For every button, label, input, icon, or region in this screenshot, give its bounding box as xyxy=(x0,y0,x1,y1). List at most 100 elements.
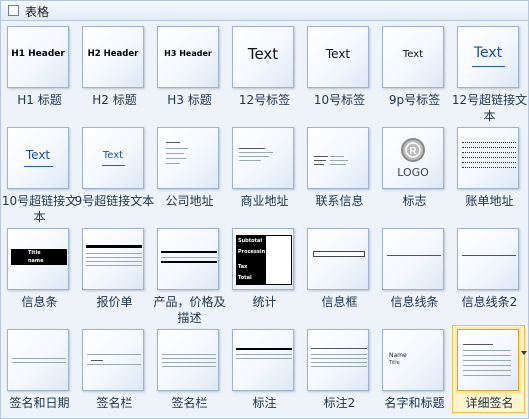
shape-h2-header[interactable]: H2 Header H2 标题 xyxy=(77,22,152,120)
shape-quote-sheet[interactable]: 报价单 xyxy=(77,224,152,322)
dotted-line xyxy=(462,167,516,168)
text-line xyxy=(162,358,216,359)
logo-text: LOGO xyxy=(397,166,429,179)
dotted-line xyxy=(462,152,516,153)
text-line xyxy=(463,355,511,356)
shape-statistics[interactable]: Subtotal Processing fees Tax Total 统计 xyxy=(227,224,302,322)
thick-line xyxy=(161,261,217,263)
shape-label: 产品，价格及描述 xyxy=(153,295,226,325)
shape-label: 签名栏 xyxy=(96,396,133,410)
info-bar-title: Title xyxy=(28,250,41,256)
shape-thumbnail: Text xyxy=(82,127,144,189)
shape-product-price-desc[interactable]: 产品，价格及描述 xyxy=(152,224,227,325)
shape-label: 12号超链接文本 xyxy=(451,93,528,123)
dotted-line xyxy=(462,157,516,158)
info-box-field xyxy=(313,251,365,257)
shape-thumbnail xyxy=(232,329,294,391)
text-line xyxy=(86,261,142,262)
shape-callout[interactable]: 标注 xyxy=(227,325,302,419)
shape-name-and-title[interactable]: Name Title 名字和标题 xyxy=(377,325,452,419)
text-line xyxy=(12,358,66,359)
text-line xyxy=(311,362,367,363)
shape-contact-info[interactable]: 联系信息 xyxy=(302,123,377,221)
shape-billing-address[interactable]: 账单地址 xyxy=(452,123,527,221)
shape-company-address[interactable]: 公司地址 xyxy=(152,123,227,221)
shape-10pt-hyperlink[interactable]: Text 10号超链接文本 xyxy=(2,123,77,224)
shape-label: H2 标题 xyxy=(92,93,137,107)
underline xyxy=(24,166,53,167)
shape-info-line-2[interactable]: 信息线条2 xyxy=(452,224,527,322)
shape-thumbnail xyxy=(157,127,219,189)
text-line xyxy=(236,354,292,355)
shape-label: 信息框 xyxy=(321,295,358,309)
shape-callout-2[interactable]: 标注2 xyxy=(302,325,377,419)
shape-info-box[interactable]: 信息框 xyxy=(302,224,377,322)
shape-label: 12号标签 xyxy=(238,93,291,107)
thick-line xyxy=(86,245,142,248)
text-line xyxy=(12,362,66,363)
thick-line xyxy=(161,251,217,253)
shape-thumbnail: Text xyxy=(232,26,294,88)
shape-label: H3 标题 xyxy=(167,93,212,107)
text-line xyxy=(463,375,511,376)
text-line xyxy=(86,265,142,266)
shape-label: 账单地址 xyxy=(465,194,514,208)
panel-header[interactable]: 表格 xyxy=(1,1,528,21)
shape-thumbnail xyxy=(82,228,144,290)
shape-thumbnail xyxy=(457,228,519,290)
shape-thumbnail: Text xyxy=(457,26,519,88)
collapse-icon[interactable] xyxy=(8,5,19,16)
shape-10pt-label[interactable]: Text 10号标签 xyxy=(302,22,377,120)
thumb-text: Text xyxy=(25,148,51,162)
text-line xyxy=(387,255,441,256)
text-line xyxy=(162,366,216,367)
shape-9pt-hyperlink[interactable]: Text 9号超链接文本 xyxy=(75,123,154,221)
thick-line xyxy=(236,348,292,350)
shape-label: 标注2 xyxy=(323,396,356,410)
text-line xyxy=(161,257,217,258)
svg-text:R: R xyxy=(409,146,417,157)
shape-thumbnail xyxy=(457,329,519,391)
text-line xyxy=(311,366,367,367)
logo-icon: R xyxy=(401,138,425,162)
shape-signature-bar[interactable]: 签名栏 xyxy=(77,325,152,419)
shape-thumbnail xyxy=(82,329,144,391)
name-text: Name xyxy=(389,352,407,359)
thumb-text: Text xyxy=(247,45,279,63)
shape-label: 信息条 xyxy=(21,295,58,309)
shape-info-line[interactable]: 信息线条 xyxy=(377,224,452,322)
text-line xyxy=(314,156,328,157)
shape-12pt-hyperlink[interactable]: Text 12号超链接文本 xyxy=(452,22,527,123)
shape-thumbnail: Name Title xyxy=(382,329,444,391)
shape-label: 9号超链接文本 xyxy=(74,194,155,208)
text-line xyxy=(330,156,344,157)
shape-detailed-signature[interactable]: 详细签名 xyxy=(452,325,527,419)
shape-signature-bar-2[interactable]: 签名栏 xyxy=(152,325,227,419)
text-line xyxy=(239,148,265,149)
info-bar-name: name xyxy=(28,258,44,264)
shape-h1-header[interactable]: H1 Header H1 标题 xyxy=(2,22,77,120)
text-line xyxy=(239,160,261,161)
shape-12pt-label[interactable]: Text 12号标签 xyxy=(227,22,302,120)
shape-logo[interactable]: R LOGO 标志 xyxy=(377,123,452,221)
shape-thumbnail xyxy=(457,127,519,189)
stats-row-label: Tax xyxy=(238,264,248,270)
shape-9pt-label[interactable]: Text 9p号标签 xyxy=(377,22,452,120)
shape-thumbnail: R LOGO xyxy=(382,127,444,189)
shape-signature-date[interactable]: 签名和日期 xyxy=(2,325,77,419)
text-line xyxy=(166,163,180,164)
shape-thumbnail: H2 Header xyxy=(82,26,144,88)
shape-thumbnail xyxy=(307,127,369,189)
thumb-text: H3 Header xyxy=(164,49,212,58)
text-line xyxy=(463,344,493,345)
shape-business-address[interactable]: 商业地址 xyxy=(227,123,302,221)
text-line xyxy=(463,350,511,351)
text-line xyxy=(239,152,273,153)
shape-label: 签名和日期 xyxy=(9,396,70,410)
text-line xyxy=(162,362,216,363)
scroll-down-button[interactable] xyxy=(521,351,529,371)
shape-info-bar[interactable]: Title name 信息条 xyxy=(2,224,77,322)
shape-thumbnail: Text xyxy=(307,26,369,88)
shape-h3-header[interactable]: H3 Header H3 标题 xyxy=(152,22,227,120)
text-line xyxy=(311,358,367,359)
